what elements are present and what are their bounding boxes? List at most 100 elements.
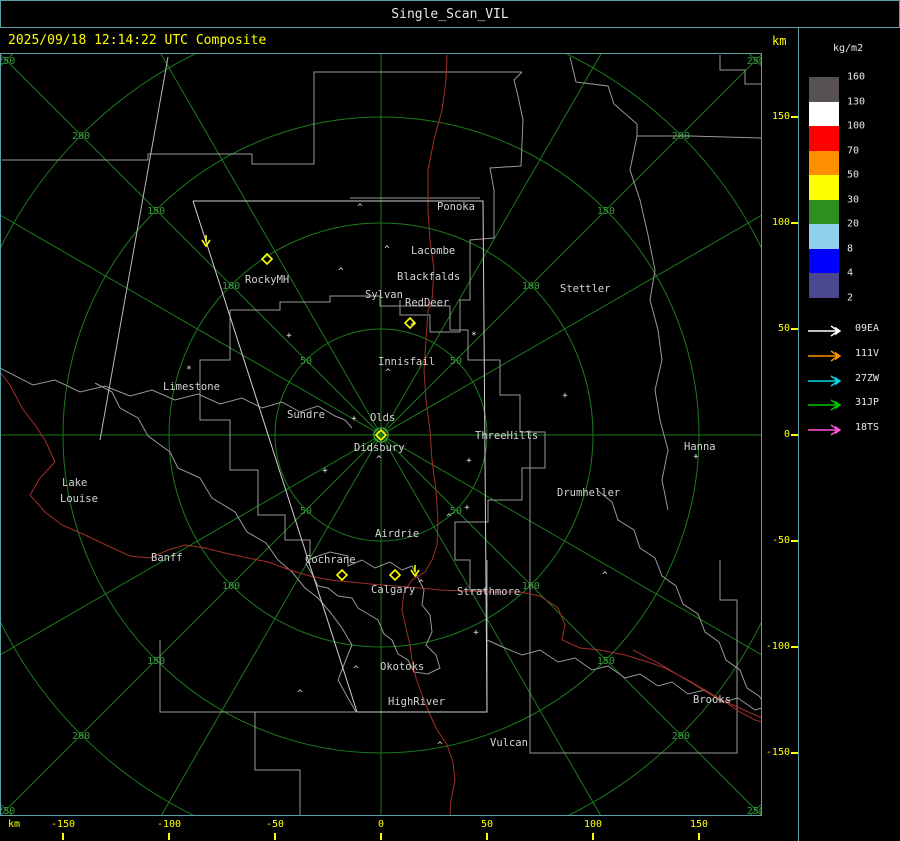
right-axis-label: 150 (771, 111, 790, 122)
city-label: Innisfail (378, 356, 435, 368)
bottom-axis-tick (62, 833, 64, 840)
ring-distance-label: 150 (597, 206, 615, 217)
colorbar-level-label: 160 (847, 71, 866, 83)
colorbar-swatch (809, 77, 839, 102)
town-marker-symbol: ^ (384, 245, 390, 255)
colorbar-swatch (809, 273, 839, 298)
town-marker-symbol: + (351, 414, 357, 424)
radar-map-canvas: 50 5050 50100 100100 100150 150150 150200 20020… (0, 0, 900, 841)
city-label: Hanna (684, 441, 716, 453)
ring-distance-label: 200 (672, 131, 690, 142)
bottom-axis-label: -50 (265, 819, 285, 830)
right-axis-tick (791, 222, 798, 224)
city-label: RedDeer (405, 297, 449, 309)
radar-vector-id: 09EA (855, 323, 880, 334)
colorbar-level-label: 4 (847, 267, 854, 279)
right-axis-tick (791, 434, 798, 436)
city-label: HighRiver (388, 696, 445, 708)
colorbar-level-label: 100 (847, 120, 866, 132)
town-marker-symbol: + (466, 456, 472, 466)
bottom-axis-unit-label: km (8, 819, 21, 830)
bottom-axis-label: 50 (480, 819, 494, 830)
city-label: Brooks (693, 694, 731, 706)
bottom-axis-label: 100 (583, 819, 603, 830)
colorbar-swatch (809, 248, 839, 273)
colorbar-level-label: 2 (847, 292, 854, 303)
town-marker-symbol: ^ (385, 368, 391, 378)
radar-map-viewport[interactable]: 50 50 50 50 100 100 100 100 150 150 150 150 200 200 20… (0, 0, 900, 841)
radar-vector-row: 18TS (807, 422, 879, 436)
right-axis-label: -100 (765, 641, 790, 652)
town-marker-symbol: ^ (446, 513, 452, 523)
colorbar-swatch (809, 199, 839, 224)
colorbar-level-label: 8 (847, 243, 854, 254)
right-axis-tick (791, 752, 798, 754)
radar-vector-row: 31JP (807, 397, 879, 411)
city-label: Sundre (287, 409, 325, 421)
ring-distance-label: 150 (597, 656, 615, 667)
city-label: Lacombe (411, 245, 455, 257)
radar-vector-id: 111V (855, 347, 880, 359)
city-label: Cochrane (305, 554, 356, 566)
town-marker-symbol: ^ (357, 203, 363, 213)
colorbar-swatch (809, 150, 839, 175)
right-axis-label: 50 (777, 323, 790, 334)
city-label: Vulcan (490, 737, 528, 749)
city-label: Drumheller (557, 487, 620, 499)
county-boundary (629, 135, 669, 511)
radar-vector-id: 31JP (855, 397, 880, 409)
city-label: ThreeHills (475, 430, 538, 442)
ring-distance-label: 100 (222, 281, 240, 292)
radar-vector-row: 27ZW (807, 373, 879, 387)
ring-distance-label: 250 (1, 56, 15, 67)
town-marker-symbol: + (322, 466, 328, 476)
colorbar-level-label: 30 (847, 194, 860, 205)
town-marker-symbol: ^ (353, 665, 359, 675)
county-boundary (254, 712, 301, 815)
right-axis-tick (791, 116, 798, 118)
bottom-axis-tick (274, 833, 276, 840)
town-marker-symbol: + (464, 503, 470, 513)
bottom-axis-tick (486, 833, 488, 840)
county-boundary (596, 489, 763, 701)
right-distance-axis: 150 100 50 0 -50 -100 -150 (762, 53, 798, 841)
ring-distance-label: 250 (747, 56, 761, 67)
right-axis-tick (791, 540, 798, 542)
town-marker-symbol: * (186, 365, 191, 375)
bottom-axis-tick (380, 833, 382, 840)
colorbar-swatch (809, 101, 839, 126)
ring-distance-label: 200 (72, 731, 90, 742)
town-marker-symbol: + (286, 331, 292, 341)
county-boundary (2, 71, 522, 165)
city-label: Sylvan (365, 289, 403, 301)
town-marker-symbol: ^ (297, 689, 303, 699)
town-marker-symbol: ^ (376, 455, 382, 465)
city-label: Banff (151, 552, 183, 564)
ring-distance-label: 50 (300, 506, 312, 517)
town-marker-symbol: + (473, 628, 479, 638)
town-marker-symbol: ^ (437, 741, 443, 751)
city-label: Olds (370, 412, 395, 424)
radar-site-diamond (335, 568, 349, 582)
highway-line (632, 649, 763, 719)
county-boundary (305, 551, 441, 675)
ring-distance-label: 100 (222, 581, 240, 592)
scan-timestamp: 2025/09/18 12:14:22 UTC Composite (8, 33, 267, 48)
town-marker-symbol: * (471, 331, 476, 341)
town-marker-symbol: ^ (338, 267, 344, 277)
radar-vector-arrow-icon (808, 325, 842, 337)
radar-vector-id: 27ZW (855, 372, 880, 384)
colorbar-swatch (809, 126, 839, 151)
city-label: Blackfalds (397, 271, 460, 283)
colorbar-level-label: 130 (847, 96, 866, 107)
city-label: Limestone (163, 381, 220, 393)
colorbar-swatch (809, 175, 839, 200)
ring-distance-label: 200 (672, 731, 690, 742)
right-axis-tick (791, 646, 798, 648)
ring-distance-label: 250 (747, 806, 761, 815)
right-axis-label: -150 (765, 747, 790, 758)
ring-distance-label: 150 (147, 206, 165, 217)
radar-vector-arrow-icon (808, 350, 842, 362)
radar-vector-arrow-icon (808, 424, 842, 436)
window-title: Single_Scan_VIL (391, 6, 509, 22)
